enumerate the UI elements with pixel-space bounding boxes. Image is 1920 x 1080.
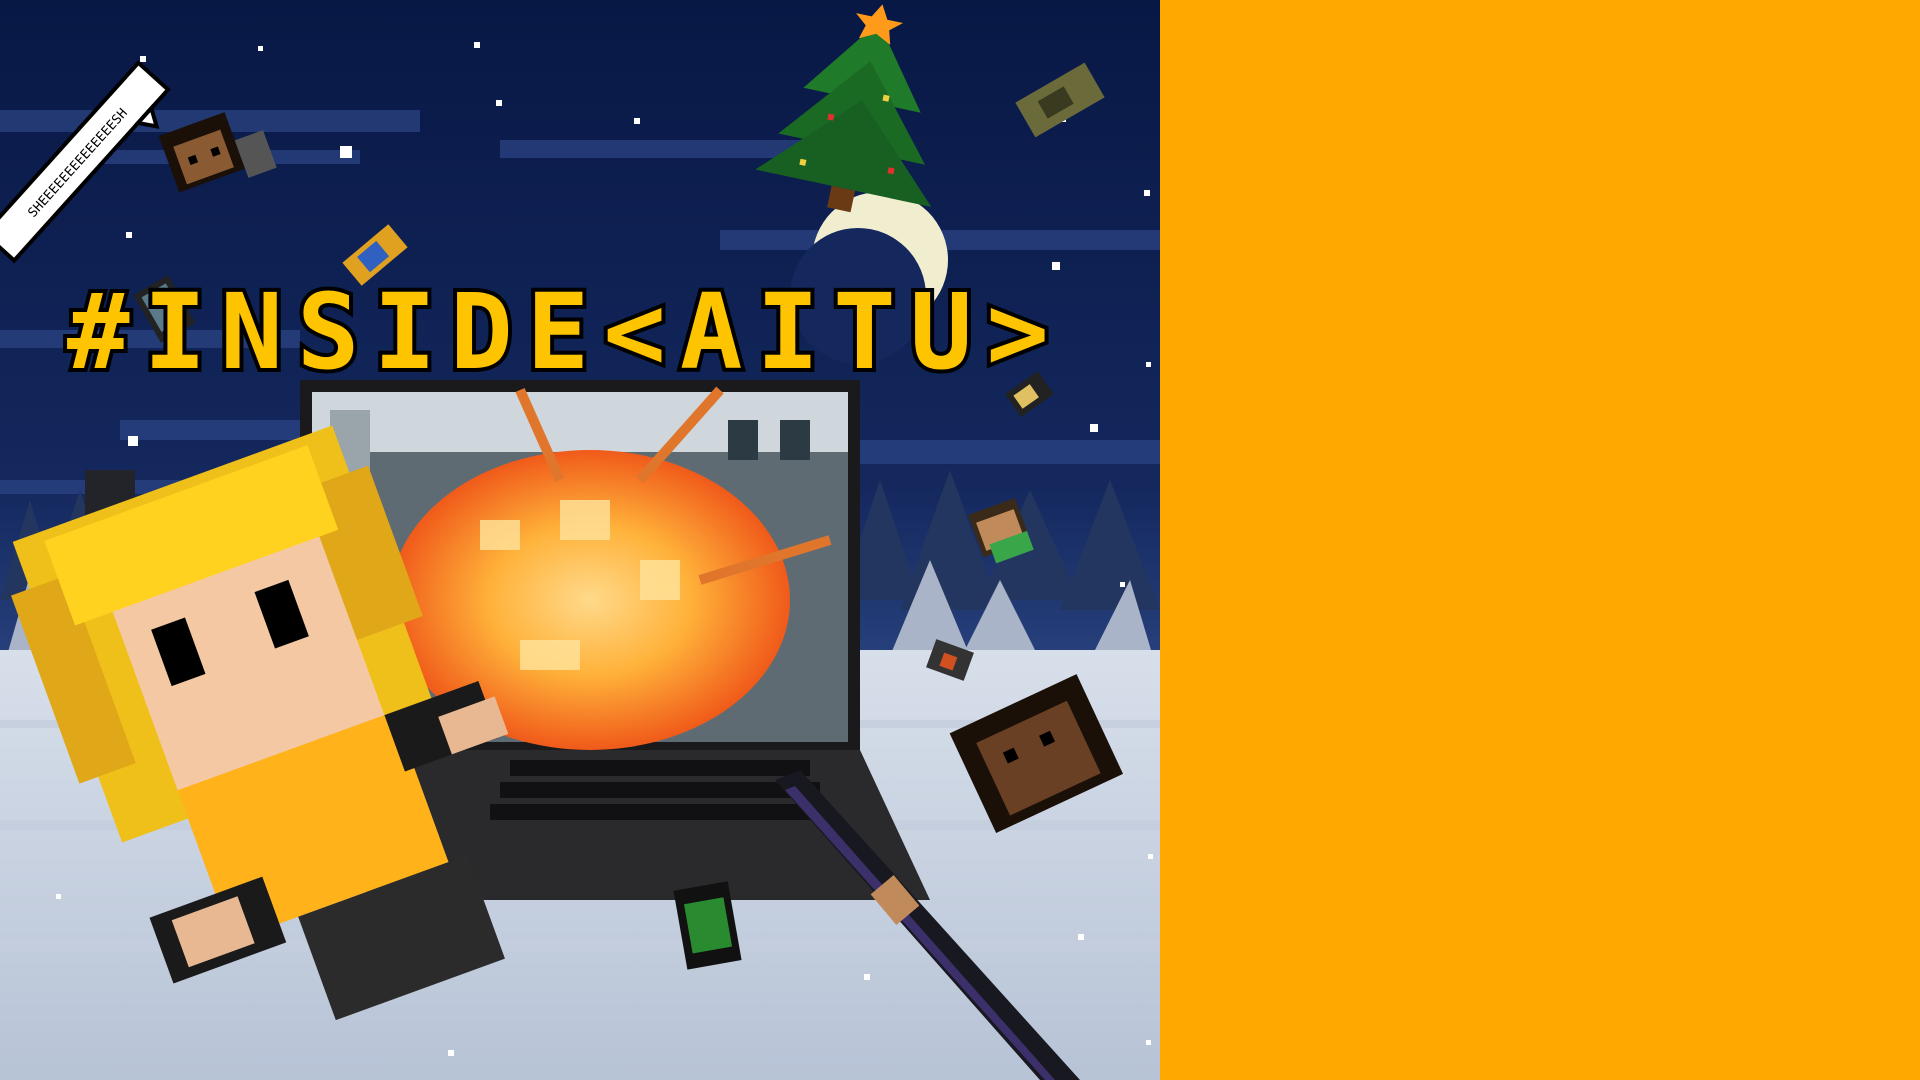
game-title: #INSIDE<AITU> — [67, 271, 1063, 393]
orange-side-panel — [1160, 0, 1920, 1080]
game-artwork: SHEEEEEEEEEEEEEESH #INSIDE<AITU> — [0, 0, 1160, 1080]
